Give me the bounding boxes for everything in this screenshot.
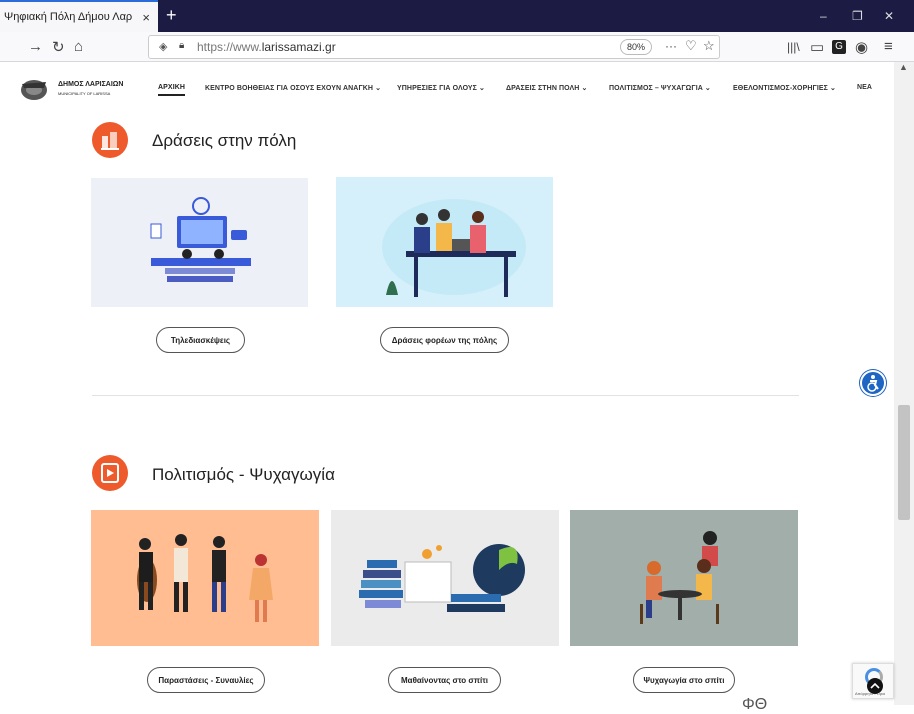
entertainment-button[interactable]: Ψυχαγωγία στο σπίτι [633,667,735,693]
new-tab-button[interactable]: + [166,5,177,26]
nav-help-center[interactable]: ΚΕΝΤΡΟ ΒΟΗΘΕΙΑΣ ΓΙΑ ΟΣΟΥΣ ΕΧΟΥΝ ΑΝΑΓΚΗ ⌄ [205,84,381,92]
extension-icon[interactable]: G [832,40,846,54]
nav-culture[interactable]: ΠΟΛΙΤΙΣΜΟΣ – ΨΥΧΑΓΩΓΙΑ ⌄ [609,84,711,92]
section-title-city-actions: Δράσεις στην πόλη [152,131,297,150]
minimize-button[interactable]: – [820,9,827,23]
shield-icon[interactable]: ◈ [159,40,167,53]
nav-news[interactable]: ΝΕΑ [857,84,872,91]
performances-button[interactable]: Παραστάσεις - Συναυλίες [147,667,265,693]
account-icon[interactable]: ◉ [855,38,868,56]
browser-toolbar: → ↻ ⌂ ◈ 🔒︎ https://www.larissamazi.gr 80… [0,32,914,62]
pocket-icon[interactable]: ♡ [685,38,697,54]
restore-button[interactable]: ❐ [852,9,863,23]
tab-close-icon[interactable]: × [142,10,150,25]
card-image-teleconference[interactable] [91,178,308,307]
card-image-entertainment[interactable] [570,510,798,646]
accessibility-icon [867,375,879,392]
home-icon[interactable]: ⌂ [74,38,83,55]
scroll-thumb[interactable] [898,405,910,520]
nav-city-actions[interactable]: ΔΡΑΣΕΙΣ ΣΤΗΝ ΠΟΛΗ ⌄ [506,84,587,92]
card-image-performances[interactable] [91,510,319,646]
more-icon[interactable]: ··· [665,39,677,53]
lock-icon[interactable]: 🔒︎ [179,40,184,51]
sidebar-icon[interactable]: ▭ [810,38,824,56]
team-illustration-icon [382,199,526,297]
logo-text: ΔΗΜΟΣ ΛΑΡΙΣΑΙΩΝ MUNICIPALITY OF LARISSA [58,81,124,96]
card-image-city-bodies[interactable] [336,177,553,307]
zoom-level[interactable]: 80% [620,39,652,55]
city-actions-section-icon [92,122,128,158]
city-bodies-button[interactable]: Δράσεις φορέων της πόλης [380,327,509,353]
nav-home[interactable]: ΑΡΧΙΚΗ [158,84,186,96]
scroll-top-button[interactable] [867,678,883,694]
books-illustration-icon [359,544,525,612]
learning-button[interactable]: Μαθαίνοντας στο σπίτι [388,667,501,693]
logo-emblem-icon [21,80,47,100]
tab-title: Ψηφιακή Πόλη Δήμου Λαρισαίων [4,11,132,23]
musicians-illustration-icon [137,534,273,622]
nav-services[interactable]: ΥΠΗΡΕΣΙΕΣ ΓΙΑ ΟΛΟΥΣ ⌄ [397,84,485,92]
teleconference-illustration-icon [150,197,251,282]
partial-heading: ΦΘ [742,696,768,713]
reload-icon[interactable]: ↻ [52,38,65,56]
card-image-learning[interactable] [331,510,559,646]
teleconference-button[interactable]: Τηλεδιασκέψεις [156,327,245,353]
url-text[interactable]: https://www.larissamazi.gr [197,40,336,54]
scroll-up-icon[interactable]: ▲ [899,62,908,72]
tab-bar: Ψηφιακή Πόλη Δήμου Λαρισαίων × + – ❐ ✕ [0,0,914,32]
star-icon[interactable]: ☆ [703,38,715,54]
forward-icon[interactable]: → [28,38,43,55]
browser-tab[interactable]: Ψηφιακή Πόλη Δήμου Λαρισαίων × [0,0,158,32]
url-bar[interactable]: ◈ 🔒︎ https://www.larissamazi.gr 80% ··· … [148,35,720,59]
section-title-culture: Πολιτισμός - Ψυχαγωγία [152,465,335,484]
page-scrollbar[interactable]: ▲ [894,62,914,705]
nav-volunteering[interactable]: ΕΘΕΛΟΝΤΙΣΜΟΣ-ΧΟΡΗΓΙΕΣ ⌄ [733,84,836,92]
site-header: ΔΗΜΟΣ ΛΑΡΙΣΑΙΩΝ MUNICIPALITY OF LARISSA Α… [0,62,894,117]
culture-section-icon [92,455,128,491]
menu-icon[interactable]: ≡ [884,38,893,55]
games-illustration-icon [640,531,719,624]
close-window-button[interactable]: ✕ [884,9,894,23]
accessibility-button[interactable] [860,370,886,396]
section-divider [92,395,799,396]
arrow-up-icon [870,682,880,689]
logo[interactable]: ΔΗΜΟΣ ΛΑΡΙΣΑΙΩΝ MUNICIPALITY OF LARISSA [20,74,130,104]
library-icon[interactable]: |||\ [787,40,800,54]
